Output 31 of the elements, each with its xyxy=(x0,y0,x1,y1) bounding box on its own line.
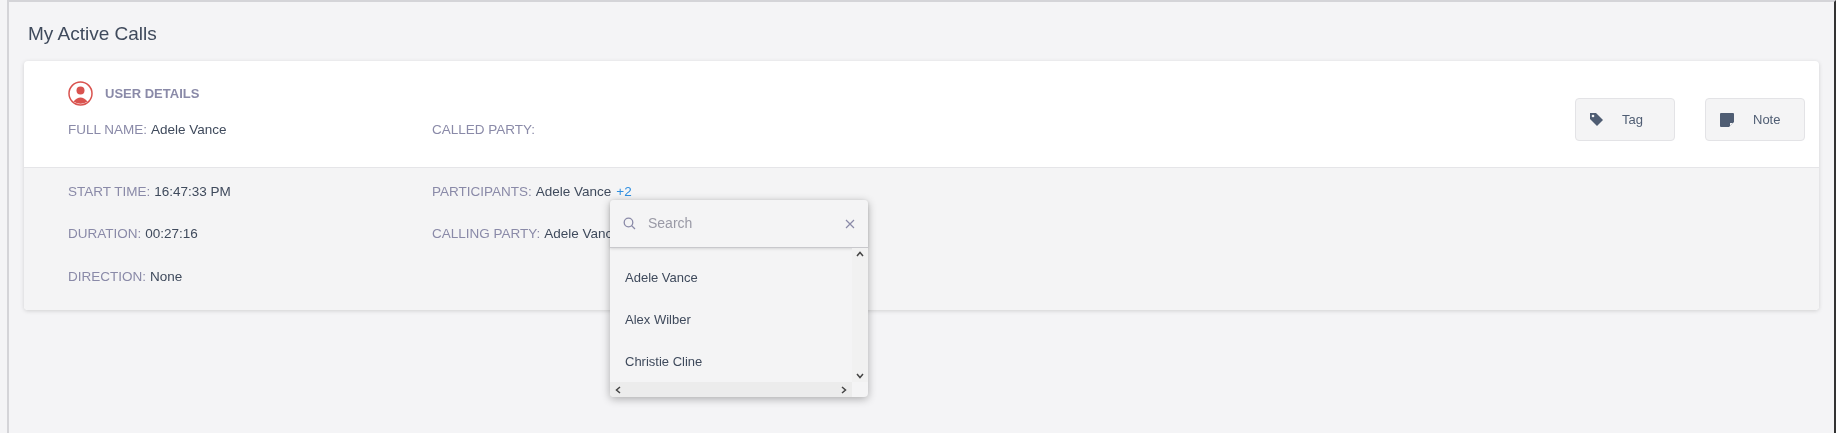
list-item[interactable]: Adele Vance xyxy=(625,267,698,288)
scroll-up-icon[interactable] xyxy=(856,251,864,258)
search-icon xyxy=(623,217,636,231)
field-label: START TIME: xyxy=(68,183,151,201)
note-button[interactable]: Note xyxy=(1705,98,1805,141)
list-item[interactable]: Christie Cline xyxy=(625,351,703,372)
section-heading: USER DETAILS xyxy=(105,84,200,103)
field-label: FULL NAME: xyxy=(68,121,148,139)
field-label: DIRECTION: xyxy=(68,267,146,286)
page-title: My Active Calls xyxy=(28,22,157,46)
field-value: 00:27:16 xyxy=(145,225,198,244)
vertical-scrollbar[interactable] xyxy=(852,248,868,383)
field-label: CALLING PARTY: xyxy=(432,225,541,244)
field-value: 16:47:33 PM xyxy=(154,183,231,201)
field-value: None xyxy=(150,267,183,286)
scroll-right-icon[interactable] xyxy=(841,385,847,394)
field-value: Adele Vance xyxy=(535,183,612,201)
scroll-down-icon[interactable] xyxy=(856,373,864,380)
field-label: CALLED PARTY: xyxy=(432,121,536,139)
note-icon xyxy=(1719,111,1735,128)
scroll-left-icon[interactable] xyxy=(615,385,621,394)
field-label: PARTICIPANTS: xyxy=(432,183,532,201)
user-icon xyxy=(68,81,93,106)
horizontal-scrollbar[interactable] xyxy=(610,382,852,397)
list-item[interactable]: Alex Wilber xyxy=(625,309,691,330)
field-value: Adele Vance xyxy=(151,121,227,139)
field-label: DURATION: xyxy=(68,225,142,244)
close-icon[interactable] xyxy=(845,218,855,229)
tag-button[interactable]: Tag xyxy=(1575,98,1675,141)
search-field[interactable]: Search xyxy=(648,213,833,235)
tag-icon xyxy=(1589,112,1604,127)
